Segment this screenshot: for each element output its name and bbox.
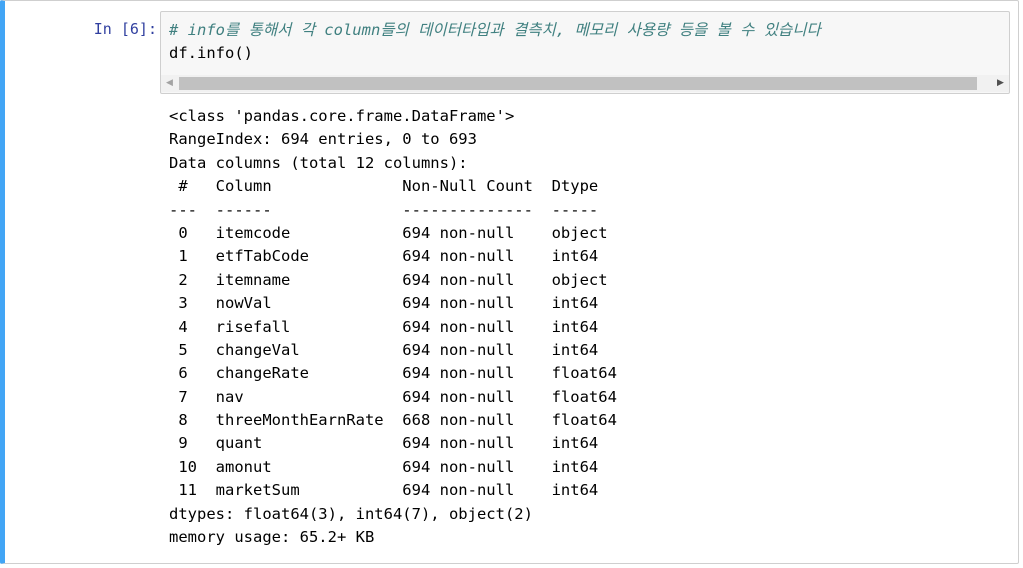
output-line: 6 changeRate 694 non-null float64 (169, 364, 617, 383)
output-line: RangeIndex: 694 entries, 0 to 693 (169, 130, 477, 149)
code-comment: # info를 통해서 각 column들의 데이터타입과 결측치, 메모리 사… (169, 21, 821, 39)
scroll-right-icon[interactable]: ▶ (992, 75, 1009, 92)
output-line: 0 itemcode 694 non-null object (169, 223, 617, 242)
output-line: # Column Non-Null Count Dtype (169, 177, 617, 196)
output-line: Data columns (total 12 columns): (169, 153, 468, 172)
output-line: 2 itemname 694 non-null object (169, 270, 617, 289)
output-line: 1 etfTabCode 694 non-null int64 (169, 247, 617, 266)
cell-output: <class 'pandas.core.frame.DataFrame'> Ran… (169, 105, 617, 549)
horizontal-scrollbar[interactable]: ◀ ▶ (161, 75, 1009, 92)
output-line: 5 changeVal 694 non-null int64 (169, 340, 617, 359)
output-line: 8 threeMonthEarnRate 668 non-null float6… (169, 411, 617, 430)
code-input-area[interactable]: # info를 통해서 각 column들의 데이터타입과 결측치, 메모리 사… (160, 11, 1010, 94)
output-line: dtypes: float64(3), int64(7), object(2) (169, 504, 533, 523)
output-line: --- ------ -------------- ----- (169, 200, 617, 219)
output-line: 3 nowVal 694 non-null int64 (169, 294, 617, 313)
code-editor[interactable]: # info를 통해서 각 column들의 데이터타입과 결측치, 메모리 사… (169, 19, 821, 65)
output-line: 9 quant 694 non-null int64 (169, 434, 617, 453)
scrollbar-thumb[interactable] (179, 77, 977, 90)
scroll-left-icon[interactable]: ◀ (161, 75, 178, 92)
output-line: memory usage: 65.2+ KB (169, 528, 375, 547)
output-line: 11 marketSum 694 non-null int64 (169, 481, 617, 500)
code-line: df.info() (169, 44, 253, 62)
output-line: 10 amonut 694 non-null int64 (169, 457, 617, 476)
input-prompt: In [6]: (93, 20, 157, 38)
output-line: 7 nav 694 non-null float64 (169, 387, 617, 406)
output-line: 4 risefall 694 non-null int64 (169, 317, 617, 336)
notebook-cell[interactable]: In [6]: # info를 통해서 각 column들의 데이터타입과 결측… (0, 0, 1019, 564)
output-line: <class 'pandas.core.frame.DataFrame'> (169, 107, 515, 125)
